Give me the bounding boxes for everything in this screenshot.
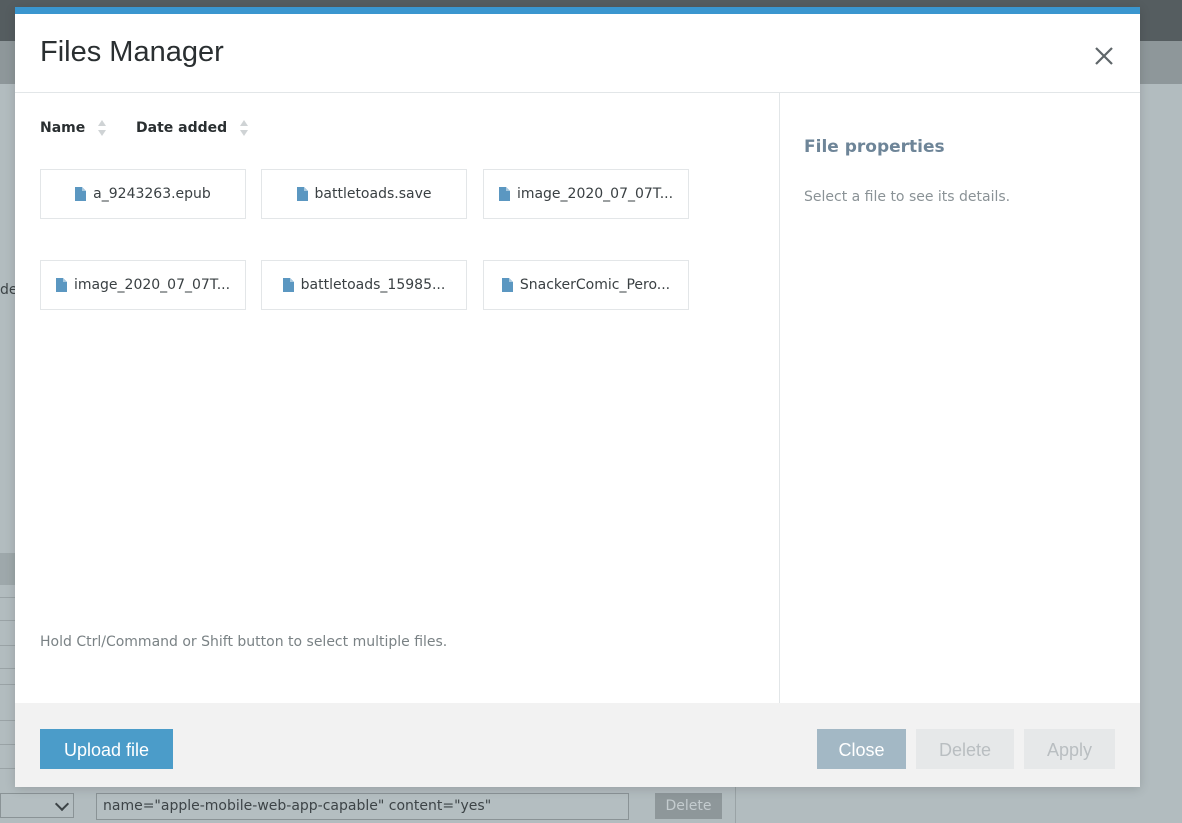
background-divider <box>0 720 15 721</box>
multi-select-hint: Hold Ctrl/Command or Shift button to sel… <box>40 634 448 650</box>
background-divider <box>0 668 15 669</box>
modal-footer: Upload file Close Delete Apply <box>15 703 1140 787</box>
file-tile[interactable]: image_2020_07_07T... <box>483 169 689 219</box>
file-icon <box>75 187 87 201</box>
files-manager-modal: Files Manager Name Date added a_9243263.… <box>15 7 1140 787</box>
background-meta-delete-button[interactable]: Delete <box>655 793 722 819</box>
background-divider <box>0 597 15 598</box>
background-divider <box>0 768 15 769</box>
modal-title: Files Manager <box>40 36 224 68</box>
file-tile[interactable]: battletoads_15985... <box>261 260 467 310</box>
file-icon <box>55 278 67 292</box>
file-name: a_9243263.epub <box>93 186 211 202</box>
background-divider <box>0 645 15 646</box>
sort-by-name[interactable]: Name <box>40 119 107 137</box>
file-name: battletoads.save <box>314 186 432 202</box>
file-tile[interactable]: SnackerComic_Pero... <box>483 260 689 310</box>
chevron-down-icon <box>54 796 70 812</box>
file-properties-description: Select a file to see its details. <box>804 189 1011 205</box>
modal-header: Files Manager <box>15 14 1140 93</box>
background-divider <box>0 744 15 745</box>
sort-date-label: Date added <box>136 120 228 136</box>
file-name: battletoads_15985... <box>300 277 446 293</box>
file-icon <box>498 187 510 201</box>
sort-by-date-added[interactable]: Date added <box>136 119 249 137</box>
file-tile[interactable]: image_2020_07_07T... <box>40 260 246 310</box>
file-icon <box>501 278 513 292</box>
background-meta-input[interactable]: name="apple-mobile-web-app-capable" cont… <box>96 793 629 820</box>
sort-name-label: Name <box>40 120 86 136</box>
file-icon <box>296 187 308 201</box>
file-tile[interactable]: a_9243263.epub <box>40 169 246 219</box>
delete-button[interactable]: Delete <box>916 729 1014 769</box>
sort-icon <box>97 119 107 137</box>
file-icon <box>282 278 294 292</box>
files-pane: Name Date added a_9243263.epub battletoa… <box>15 93 780 703</box>
apply-button[interactable]: Apply <box>1024 729 1115 769</box>
upload-file-button[interactable]: Upload file <box>40 729 173 769</box>
file-name: SnackerComic_Pero... <box>519 277 671 293</box>
file-name: image_2020_07_07T... <box>516 186 674 202</box>
background-table-header <box>0 553 15 585</box>
background-divider <box>0 620 15 621</box>
file-tile[interactable]: battletoads.save <box>261 169 467 219</box>
file-name: image_2020_07_07T... <box>73 277 231 293</box>
file-properties-title: File properties <box>804 137 945 157</box>
file-properties-pane: File properties Select a file to see its… <box>780 93 1140 703</box>
background-meta-select[interactable] <box>0 793 74 818</box>
sort-icon <box>239 119 249 137</box>
close-button[interactable]: Close <box>817 729 906 769</box>
close-icon[interactable] <box>1093 45 1115 67</box>
background-divider <box>0 684 15 685</box>
